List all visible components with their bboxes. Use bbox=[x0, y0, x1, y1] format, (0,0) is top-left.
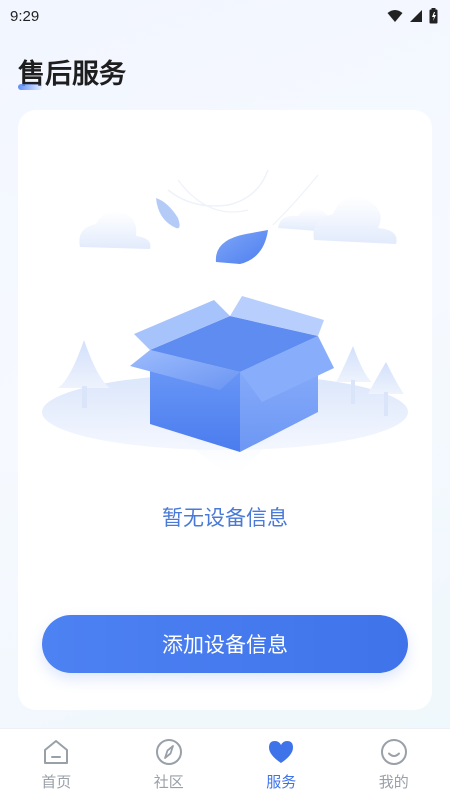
status-time: 9:29 bbox=[10, 7, 40, 25]
add-device-label: 添加设备信息 bbox=[162, 633, 288, 657]
tab-profile-label: 我的 bbox=[378, 773, 409, 791]
tab-home-label: 首页 bbox=[41, 773, 72, 791]
status-icons bbox=[387, 8, 438, 24]
battery-icon bbox=[429, 8, 438, 24]
status-bar: 9:29 bbox=[0, 0, 450, 32]
tab-home[interactable]: 首页 bbox=[0, 737, 112, 792]
add-device-button[interactable]: 添加设备信息 bbox=[42, 615, 408, 673]
signal-icon bbox=[410, 10, 422, 22]
empty-state-card: 暂无设备信息 添加设备信息 bbox=[18, 110, 432, 710]
empty-box-icon bbox=[42, 169, 408, 470]
smile-icon bbox=[380, 739, 407, 765]
home-icon bbox=[44, 740, 69, 764]
wifi-icon bbox=[387, 10, 403, 22]
compass-icon bbox=[155, 739, 182, 765]
tab-community-label: 社区 bbox=[153, 773, 184, 791]
heart-icon bbox=[269, 741, 294, 763]
empty-state-message: 暂无设备信息 bbox=[162, 506, 288, 530]
title-accent bbox=[18, 84, 42, 90]
tab-service[interactable]: 服务 bbox=[225, 737, 337, 792]
tab-bar: 首页 社区 服务 我的 bbox=[0, 728, 450, 800]
tab-profile[interactable]: 我的 bbox=[338, 737, 450, 792]
tab-community[interactable]: 社区 bbox=[113, 737, 225, 792]
tab-service-label: 服务 bbox=[266, 773, 297, 791]
